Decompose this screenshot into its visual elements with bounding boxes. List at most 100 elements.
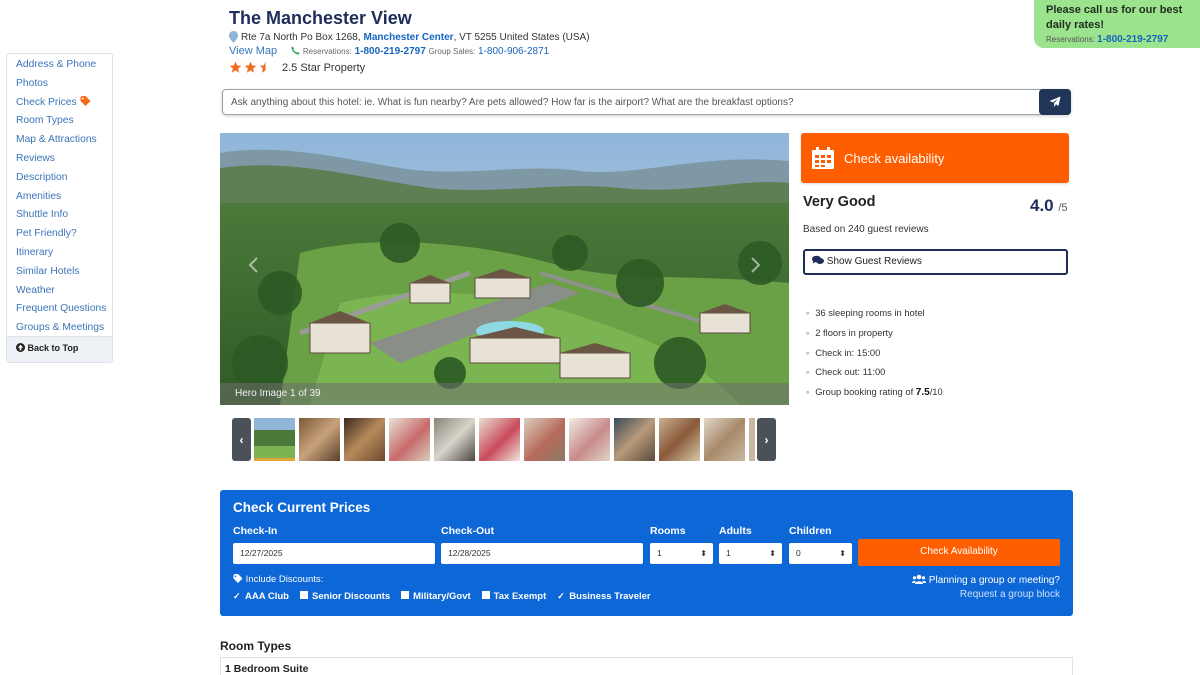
reservations-label: Reservations: <box>302 46 352 56</box>
adults-label: Adults <box>719 525 752 537</box>
back-to-top-button[interactable]: Back to Top <box>7 336 112 362</box>
sidebar-item-address-phone[interactable]: Address & Phone <box>7 56 112 75</box>
paper-plane-icon <box>1049 96 1061 107</box>
show-reviews-label: Show Guest Reviews <box>826 256 922 267</box>
fact-item: 36 sleeping rooms in hotel <box>806 303 943 323</box>
rooms-label: Rooms <box>650 525 686 537</box>
rating-max: /5 <box>1058 202 1068 214</box>
discount-label: Tax Exempt <box>493 591 547 602</box>
rating-based-on: Based on 240 guest reviews <box>803 224 929 235</box>
hero-next-icon[interactable] <box>743 253 767 277</box>
discount-senior[interactable]: Senior Discounts <box>299 591 391 602</box>
checkbox-empty-icon <box>401 591 410 599</box>
checkmark-icon: ✓ <box>557 591 565 601</box>
send-button[interactable] <box>1039 89 1071 115</box>
hero-caption: Hero Image 1 of 39 <box>220 383 789 405</box>
check-in-input[interactable]: 12/27/2025 <box>233 543 435 564</box>
rooms-select[interactable]: 1 <box>650 543 713 564</box>
back-to-top-label: Back to Top <box>27 343 79 353</box>
group-question-label: Planning a group or meeting? <box>928 575 1060 586</box>
group-sales-phone[interactable]: 1-800-906-2871 <box>478 46 549 57</box>
thumbnail[interactable] <box>569 418 610 461</box>
thumbnail[interactable] <box>254 418 295 461</box>
address-suffix: , VT 5255 United States (USA) <box>453 31 590 43</box>
sidebar-item-reviews[interactable]: Reviews <box>7 150 112 169</box>
discount-tax-exempt[interactable]: Tax Exempt <box>481 591 547 602</box>
thumbnail[interactable] <box>614 418 655 461</box>
show-reviews-button[interactable]: Show Guest Reviews <box>803 249 1068 275</box>
thumbnail[interactable] <box>524 418 565 461</box>
check-prices-title: Check Current Prices <box>233 500 371 515</box>
thumbnail[interactable] <box>344 418 385 461</box>
hotel-page: Please call us for our best daily rates!… <box>0 0 1200 675</box>
view-map-link[interactable]: View Map <box>229 45 277 57</box>
fact-item: 2 floors in property <box>806 323 943 343</box>
rating-label: Very Good <box>803 194 876 210</box>
discounts-row: ✓ AAA Club Senior Discounts Military/Govt… <box>233 591 651 602</box>
sidebar-item-similar-hotels[interactable]: Similar Hotels <box>7 263 112 282</box>
check-availability-button[interactable]: Check availability <box>801 133 1069 183</box>
sidebar-item-map-attractions[interactable]: Map & Attractions <box>7 131 112 150</box>
thumbnail[interactable] <box>659 418 700 461</box>
thumbnail[interactable] <box>434 418 475 461</box>
children-select[interactable]: 0 <box>789 543 852 564</box>
call-banner-phone[interactable]: 1-800-219-2797 <box>1097 34 1168 45</box>
fact-text-after: /10 <box>929 386 943 398</box>
star-rating: 2.5 Star Property <box>229 61 365 74</box>
thumbnail[interactable] <box>704 418 745 461</box>
sidebar-item-weather[interactable]: Weather <box>7 282 112 301</box>
ask-input[interactable] <box>223 90 1038 114</box>
address-line: Rte 7a North Po Box 1268, Manchester Cen… <box>229 31 590 43</box>
thumbnails-prev-button[interactable]: ‹ <box>232 418 251 461</box>
hotel-title: The Manchester View <box>229 8 412 28</box>
discounts-title-label: Include Discounts: <box>245 574 324 585</box>
reservations-phone[interactable]: 1-800-219-2797 <box>355 46 426 57</box>
rating-value: 4.0 <box>1030 196 1054 215</box>
star-icon <box>229 61 242 73</box>
half-star-icon <box>259 61 266 73</box>
sidebar-item-description[interactable]: Description <box>7 169 112 188</box>
call-banner-res-label: Reservations: <box>1046 35 1095 44</box>
address-prefix: Rte 7a North Po Box 1268, <box>241 31 361 43</box>
discount-label: Senior Discounts <box>311 591 391 602</box>
group-question[interactable]: Planning a group or meeting? <box>912 574 1060 588</box>
check-availability-submit-button[interactable]: Check Availability <box>858 539 1060 566</box>
sidebar-item-amenities[interactable]: Amenities <box>7 188 112 207</box>
sidebar-item-frequent-questions[interactable]: Frequent Questions <box>7 300 112 319</box>
thumbnail[interactable] <box>749 418 755 461</box>
sidebar-item-check-prices[interactable]: Check Prices <box>7 94 112 113</box>
sidebar-item-photos[interactable]: Photos <box>7 75 112 94</box>
fact-item: Check in: 15:00 <box>806 343 943 363</box>
reservations-contact: Reservations: 1-800-219-2797 Group Sales… <box>291 46 549 57</box>
thumbnail[interactable] <box>299 418 340 461</box>
check-out-input[interactable]: 12/28/2025 <box>441 543 643 564</box>
sidebar-item-room-types[interactable]: Room Types <box>7 112 112 131</box>
discount-label: AAA Club <box>245 591 289 602</box>
hero-prev-icon[interactable] <box>242 253 266 277</box>
checkbox-empty-icon <box>299 591 308 599</box>
checkmark-icon: ✓ <box>233 591 241 601</box>
discount-label: Business Traveler <box>569 591 651 602</box>
checkbox-empty-icon <box>481 591 490 599</box>
thumbnail[interactable] <box>389 418 430 461</box>
fact-text-before: Group booking rating of <box>815 386 916 398</box>
sidebar-item-itinerary[interactable]: Itinerary <box>7 244 112 263</box>
discount-aaa-club[interactable]: ✓ AAA Club <box>233 591 289 602</box>
hero-image[interactable]: Hero Image 1 of 39 <box>220 133 789 405</box>
sidebar-item-pet-friendly[interactable]: Pet Friendly? <box>7 225 112 244</box>
discount-military[interactable]: Military/Govt <box>401 591 471 602</box>
rating-score: 4.0 /5 <box>1030 196 1068 216</box>
thumbnail[interactable] <box>479 418 520 461</box>
discount-business-traveler[interactable]: ✓ Business Traveler <box>557 591 650 602</box>
thumbnails-next-button[interactable]: › <box>757 418 776 461</box>
adults-select[interactable]: 1 <box>719 543 782 564</box>
discounts-title: Include Discounts: <box>233 574 323 585</box>
discount-label: Military/Govt <box>413 591 471 602</box>
sidebar-item-shuttle-info[interactable]: Shuttle Info <box>7 206 112 225</box>
users-icon <box>912 574 927 584</box>
check-out-label: Check-Out <box>441 525 495 537</box>
address-city-link[interactable]: Manchester Center <box>364 32 454 43</box>
room-type-row[interactable]: 1 Bedroom Suite <box>220 657 1073 675</box>
fact-item: Check out: 11:00 <box>806 362 943 382</box>
request-group-block-link[interactable]: Request a group block <box>912 588 1060 602</box>
